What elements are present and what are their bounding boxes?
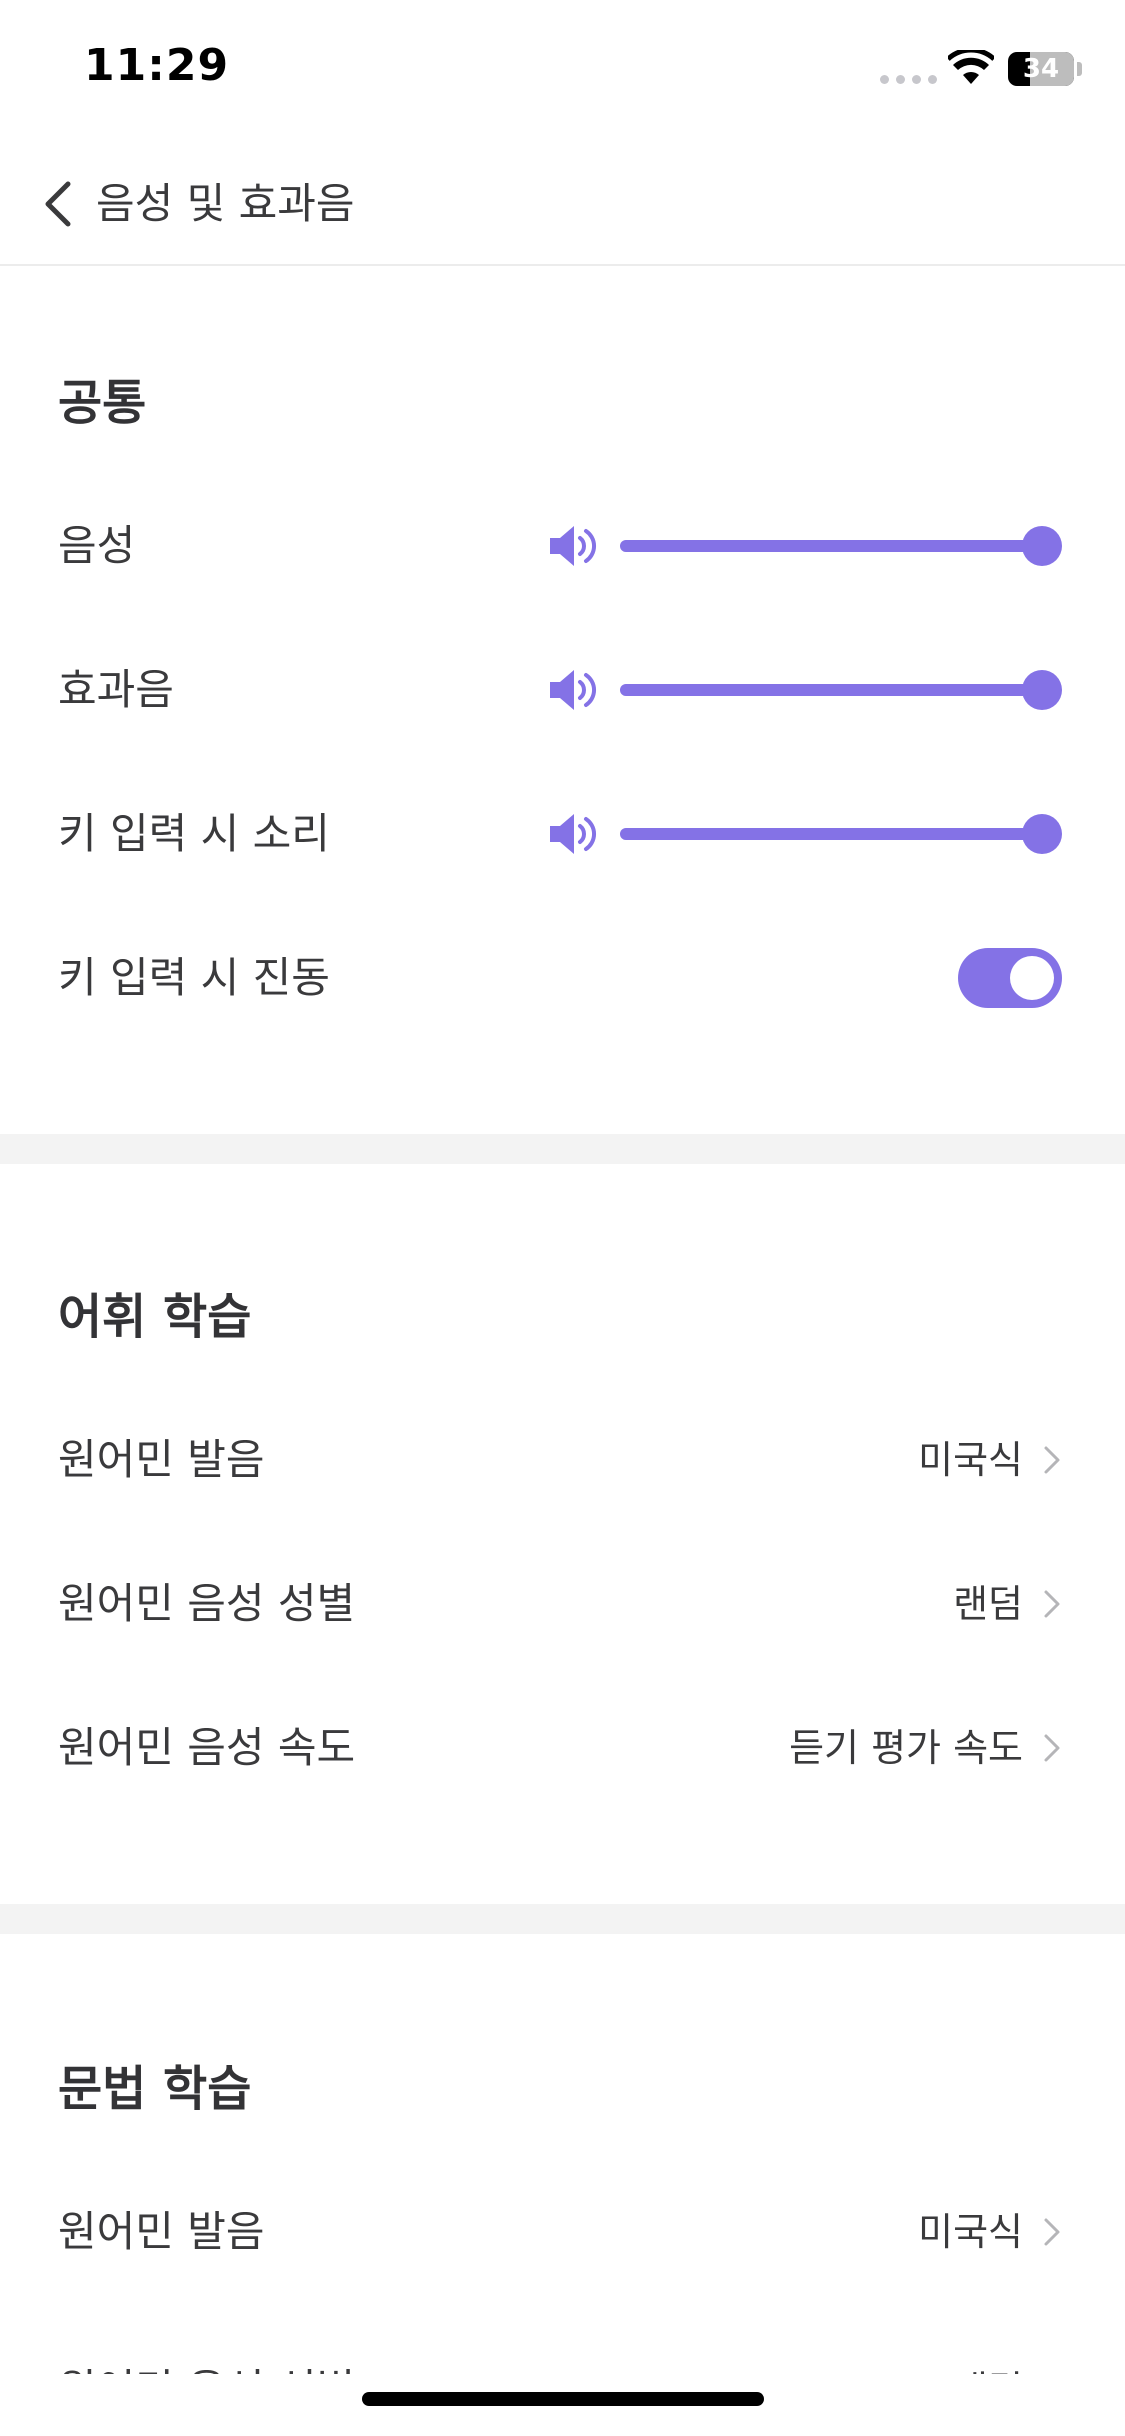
slider-thumb[interactable] <box>1022 814 1062 854</box>
battery-icon: 34 <box>1008 52 1074 86</box>
vocab-gender-label: 원어민 음성 성별 <box>58 1579 356 1628</box>
slider-thumb[interactable] <box>1022 670 1062 710</box>
key-sound-slider[interactable] <box>620 814 1062 854</box>
vocab-section: 어휘 학습 원어민 발음 미국식 원어민 음성 성별 랜덤 원어민 음성 속도 … <box>0 1164 1125 1904</box>
toggle-knob <box>1010 956 1054 1000</box>
vocab-gender-value: 랜덤 <box>953 1582 1023 1626</box>
voice-volume-slider[interactable] <box>620 526 1062 566</box>
vocab-speed-value: 듣기 평가 속도 <box>789 1726 1023 1770</box>
key-vibration-toggle[interactable] <box>958 948 1062 1008</box>
vocab-pronunciation-row[interactable]: 원어민 발음 미국식 <box>0 1410 1125 1510</box>
chevron-right-icon <box>1044 2218 1060 2246</box>
vocab-speed-label: 원어민 음성 속도 <box>58 1723 356 1772</box>
key-vibration-label: 키 입력 시 진동 <box>58 953 330 1002</box>
status-bar: 11:29 34 <box>0 0 1125 140</box>
grammar-gender-row[interactable]: 원어민 음성 성별 랜덤 <box>0 2340 1125 2374</box>
navigation-bar: 음성 및 효과음 <box>0 140 1125 266</box>
section-title-common: 공통 <box>58 375 147 431</box>
cellular-signal-icon <box>880 75 937 84</box>
effect-volume-slider[interactable] <box>620 670 1062 710</box>
vocab-pronunciation-label: 원어민 발음 <box>58 1435 265 1484</box>
vocab-pronunciation-value: 미국식 <box>918 1438 1023 1482</box>
page-title: 음성 및 효과음 <box>96 179 355 228</box>
speaker-icon <box>550 670 596 710</box>
voice-volume-row: 음성 <box>0 496 1125 596</box>
section-title-grammar: 문법 학습 <box>58 2061 252 2117</box>
chevron-right-icon <box>1044 1446 1060 1474</box>
effect-volume-label: 효과음 <box>58 665 174 714</box>
vocab-gender-row[interactable]: 원어민 음성 성별 랜덤 <box>0 1554 1125 1654</box>
key-vibration-row: 키 입력 시 진동 <box>0 928 1125 1028</box>
battery-tip <box>1077 62 1082 76</box>
voice-volume-label: 음성 <box>58 521 136 570</box>
section-divider <box>0 1904 1125 1934</box>
vocab-speed-row[interactable]: 원어민 음성 속도 듣기 평가 속도 <box>0 1698 1125 1798</box>
grammar-section: 문법 학습 원어민 발음 미국식 원어민 음성 성별 랜덤 <box>0 1934 1125 2374</box>
section-divider <box>0 1134 1125 1164</box>
speaker-icon <box>550 814 596 854</box>
home-indicator <box>362 2392 764 2406</box>
key-sound-row: 키 입력 시 소리 <box>0 784 1125 884</box>
common-section: 공통 음성 효과음 키 입력 시 소리 키 입력 시 진동 <box>0 266 1125 1136</box>
effect-volume-row: 효과음 <box>0 640 1125 740</box>
key-sound-label: 키 입력 시 소리 <box>58 809 330 858</box>
wifi-icon <box>948 50 994 84</box>
back-chevron-icon[interactable] <box>38 174 78 234</box>
grammar-gender-value: 랜덤 <box>953 2358 1023 2374</box>
speaker-icon <box>550 526 596 566</box>
section-title-vocab: 어휘 학습 <box>58 1289 252 1345</box>
chevron-right-icon <box>1044 1590 1060 1618</box>
chevron-right-icon <box>1040 2370 1064 2374</box>
battery-percentage: 34 <box>1022 54 1060 84</box>
status-time: 11:29 <box>84 40 230 91</box>
grammar-pronunciation-label: 원어민 발음 <box>58 2207 265 2256</box>
grammar-pronunciation-value: 미국식 <box>918 2210 1023 2254</box>
grammar-gender-label: 원어민 음성 성별 <box>58 2358 355 2374</box>
grammar-pronunciation-row[interactable]: 원어민 발음 미국식 <box>0 2182 1125 2282</box>
slider-thumb[interactable] <box>1022 526 1062 566</box>
chevron-right-icon <box>1044 1734 1060 1762</box>
